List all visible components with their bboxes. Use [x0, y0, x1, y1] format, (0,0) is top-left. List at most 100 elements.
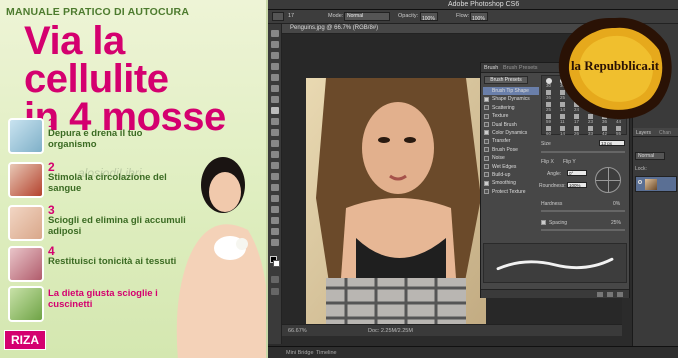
layers-panel-tab[interactable]: Layers Chan: [633, 128, 678, 137]
clone-stamp-tool-icon[interactable]: [271, 118, 279, 125]
background-color-swatch[interactable]: [273, 260, 280, 267]
zoom-tool-icon[interactable]: [271, 239, 279, 246]
spacing-value[interactable]: 25%: [611, 220, 621, 226]
brush-setting-scattering[interactable]: Scattering: [483, 104, 539, 112]
brush-setting-checkbox[interactable]: [484, 155, 489, 161]
move-tool-icon[interactable]: [271, 30, 279, 37]
size-label: Size: [541, 141, 551, 147]
brush-setting-shape-dynamics[interactable]: Shape Dynamics: [483, 95, 539, 103]
gradient-tool-icon[interactable]: [271, 151, 279, 158]
spacing-slider[interactable]: [541, 229, 625, 231]
layer-row-background[interactable]: [635, 176, 677, 192]
shape-tool-icon[interactable]: [271, 217, 279, 224]
brush-setting-build-up[interactable]: Build-up: [483, 171, 539, 179]
step-4-text: Restituisci tonicità ai tessuti: [48, 256, 177, 267]
brush-setting-checkbox[interactable]: [484, 130, 489, 136]
flip-x-checkbox[interactable]: Flip X: [541, 159, 554, 165]
size-slider[interactable]: [541, 151, 625, 153]
roundness-input[interactable]: 100%: [567, 182, 587, 188]
brush-setting-label: Protect Texture: [492, 188, 526, 195]
brush-setting-checkbox[interactable]: [484, 189, 489, 195]
doc-size: Doc: 2.25M/2.25M: [368, 328, 413, 334]
brush-setting-wet-edges[interactable]: Wet Edges: [483, 163, 539, 171]
brush-setting-texture[interactable]: Texture: [483, 112, 539, 120]
cover-woman-illustration: [176, 157, 266, 358]
brush-setting-checkbox[interactable]: [484, 180, 489, 186]
brush-setting-color-dynamics[interactable]: Color Dynamics: [483, 129, 539, 137]
cover-step-3: 3 Sciogli ed elimina gli accumuli adipos…: [8, 203, 186, 247]
brush-size-readout[interactable]: 17: [288, 13, 294, 19]
hardness-slider[interactable]: [541, 210, 625, 212]
brush-tool-icon[interactable]: [271, 107, 279, 114]
spacing-checkbox[interactable]: [541, 220, 546, 225]
brush-setting-label: Dual Brush: [492, 121, 517, 128]
document-tab-title: Penguins.jpg @ 66.7% (RGB/8#): [290, 25, 379, 31]
hand-tool-icon[interactable]: [271, 228, 279, 235]
blur-tool-icon[interactable]: [271, 162, 279, 169]
tab-mini-bridge[interactable]: Mini Bridge: [286, 350, 314, 356]
opacity-input[interactable]: 100%: [420, 12, 438, 22]
brush-setting-checkbox[interactable]: [484, 147, 489, 153]
flow-input[interactable]: 100%: [470, 12, 488, 22]
healing-brush-tool-icon[interactable]: [271, 96, 279, 103]
brush-setting-noise[interactable]: Noise: [483, 154, 539, 162]
quick-select-tool-icon[interactable]: [271, 63, 279, 70]
angle-label: Angle:: [547, 171, 562, 177]
brush-setting-checkbox[interactable]: [484, 113, 489, 119]
brush-setting-protect-texture[interactable]: Protect Texture: [483, 188, 539, 196]
angle-roundness-widget[interactable]: [595, 167, 621, 193]
mode-select[interactable]: Normal: [344, 12, 390, 21]
path-select-tool-icon[interactable]: [271, 206, 279, 213]
history-brush-tool-icon[interactable]: [271, 129, 279, 136]
screen-mode-icon[interactable]: [271, 288, 279, 295]
brush-setting-label: Smoothing: [492, 180, 516, 187]
cover-title-line-1: Via la cellulite: [24, 19, 169, 101]
grid-icon[interactable]: [607, 292, 613, 297]
tool-preset-picker[interactable]: [272, 12, 284, 21]
size-input[interactable]: 13 px: [599, 140, 625, 146]
dodge-tool-icon[interactable]: [271, 173, 279, 180]
cover-step-4: 4 Restituisci tonicità ai tessuti: [8, 244, 178, 288]
flip-y-checkbox[interactable]: Flip Y: [563, 159, 576, 165]
crop-tool-icon[interactable]: [271, 74, 279, 81]
brush-setting-checkbox[interactable]: [484, 164, 489, 170]
tab-timeline[interactable]: Timeline: [316, 350, 337, 356]
eyedropper-tool-icon[interactable]: [271, 85, 279, 92]
lasso-tool-icon[interactable]: [271, 52, 279, 59]
type-tool-icon[interactable]: [271, 195, 279, 202]
toggle-preview-icon[interactable]: [597, 292, 603, 297]
tab-brush-presets[interactable]: Brush Presets: [503, 65, 538, 71]
eye-icon[interactable]: [638, 180, 642, 184]
new-brush-icon[interactable]: [617, 292, 623, 297]
brush-presets-button[interactable]: Brush Presets: [484, 76, 528, 84]
brush-setting-label: Color Dynamics: [492, 129, 528, 136]
angle-input[interactable]: 0°: [567, 170, 587, 176]
marquee-tool-icon[interactable]: [271, 41, 279, 48]
quick-mask-icon[interactable]: [271, 276, 279, 283]
brush-setting-brush-tip-shape[interactable]: Brush Tip Shape: [483, 87, 539, 96]
logo-text: la Repubblica.it: [570, 58, 660, 73]
brush-setting-checkbox[interactable]: [484, 172, 489, 178]
zoom-level[interactable]: 66.67%: [288, 328, 307, 334]
brush-setting-checkbox[interactable]: [484, 105, 489, 111]
blend-mode-select[interactable]: Normal: [635, 152, 665, 160]
brush-setting-transfer[interactable]: Transfer: [483, 137, 539, 145]
hardness-value[interactable]: 0%: [613, 201, 620, 207]
title-bar: Adobe Photoshop CS6: [268, 0, 678, 10]
brush-setting-checkbox[interactable]: [484, 138, 489, 144]
brush-setting-dual-brush[interactable]: Dual Brush: [483, 121, 539, 129]
step-3-image: [8, 205, 44, 241]
eraser-tool-icon[interactable]: [271, 140, 279, 147]
tab-brush[interactable]: Brush: [484, 65, 498, 71]
brush-setting-checkbox[interactable]: [484, 122, 489, 128]
brush-setting-brush-pose[interactable]: Brush Pose: [483, 146, 539, 154]
flow-value: 100%: [472, 16, 485, 22]
cover-step-1: 1 Depura e drena il tuo organismo: [8, 116, 178, 160]
brush-setting-label: Shape Dynamics: [492, 96, 530, 103]
brush-setting-smoothing[interactable]: Smoothing: [483, 179, 539, 187]
brush-tip-size: 59: [546, 119, 552, 124]
pen-tool-icon[interactable]: [271, 184, 279, 191]
brush-setting-checkbox[interactable]: [484, 96, 489, 102]
document-photo[interactable]: [306, 78, 486, 328]
brush-setting-label: Wet Edges: [492, 163, 517, 170]
